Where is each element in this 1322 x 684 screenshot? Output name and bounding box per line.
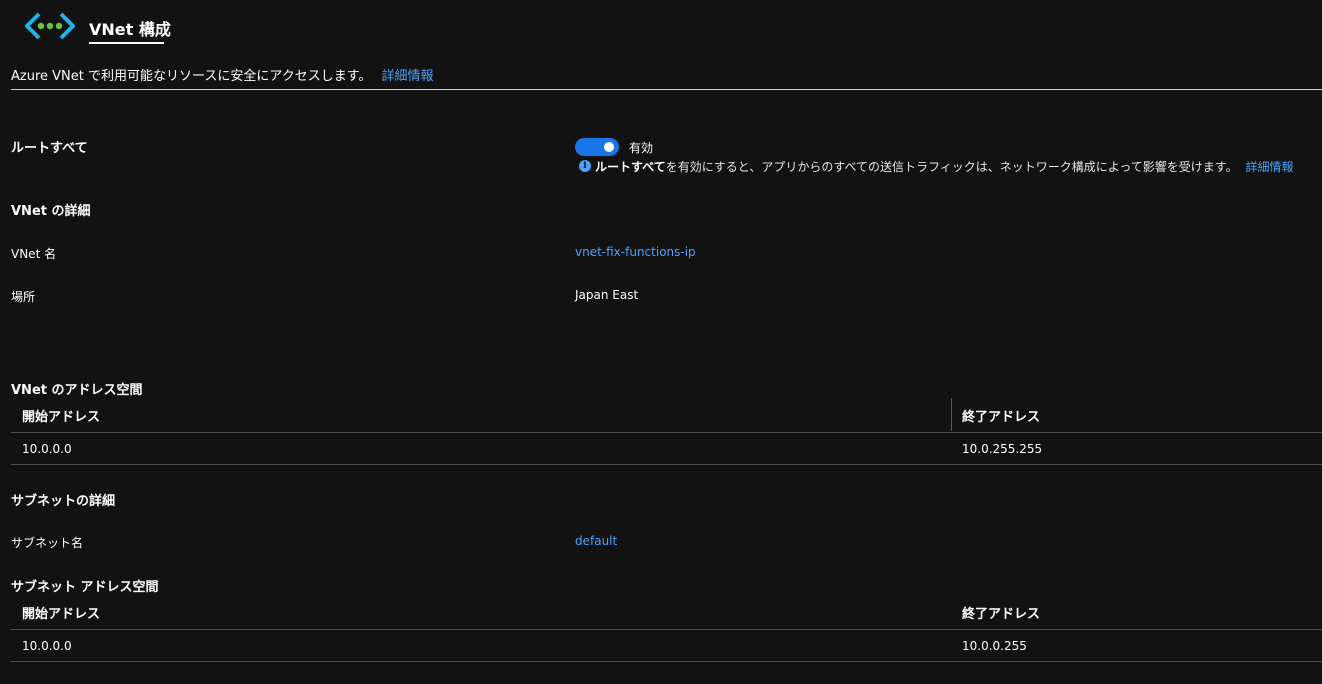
table-row-line [11,661,1322,662]
subnet-row-start-address: 10.0.0.0 [22,639,72,653]
description-divider [11,89,1322,90]
location-label: 場所 [11,290,36,304]
subnet-name-link[interactable]: default [575,534,617,548]
vnet-row-end-address: 10.0.255.255 [962,442,1043,456]
table-header-line [11,629,1322,630]
column-divider[interactable] [951,398,952,431]
route-all-toggle[interactable] [575,138,619,156]
vnet-icon [24,10,76,42]
route-all-info-bold: ルートすべて [595,160,666,174]
route-all-learn-more-link[interactable]: 詳細情報 [1245,160,1293,174]
info-icon: i [579,160,591,172]
subnet-name-label: サブネット名 [11,536,84,550]
table-row-line [11,464,1322,465]
location-value: Japan East [575,288,639,302]
route-all-info: ルートすべてを有効にすると、アプリからのすべての送信トラフィックは、ネットワーク… [595,158,1293,175]
vnet-row-start-address: 10.0.0.0 [22,442,72,456]
page-description: Azure VNet で利用可能なリソースに安全にアクセスします。 詳細情報 [11,65,434,84]
description-text: Azure VNet で利用可能なリソースに安全にアクセスします。 [11,69,372,84]
toggle-knob [604,142,614,152]
vnet-col-start-address: 開始アドレス [22,410,101,425]
route-all-toggle-state: 有効 [629,141,654,155]
vnet-address-space-heading: VNet のアドレス空間 [11,383,143,398]
route-all-info-text: を有効にすると、アプリからのすべての送信トラフィックは、ネットワーク構成によって… [665,160,1238,174]
vnet-name-link[interactable]: vnet-fix-functions-ip [575,245,696,259]
subnet-details-heading: サブネットの詳細 [11,494,116,509]
subnet-address-space-heading: サブネット アドレス空間 [11,580,159,595]
vnet-col-end-address: 終了アドレス [962,410,1041,425]
page-title: VNet 構成 [89,20,171,39]
subnet-col-start-address: 開始アドレス [22,607,101,622]
learn-more-link[interactable]: 詳細情報 [382,69,434,84]
subnet-row-end-address: 10.0.0.255 [962,639,1027,653]
route-all-label: ルートすべて [11,141,88,156]
vnet-details-heading: VNet の詳細 [11,204,91,219]
subnet-col-end-address: 終了アドレス [962,607,1041,622]
table-header-line [11,432,1322,433]
title-underline [89,42,164,44]
vnet-name-label: VNet 名 [11,247,57,261]
